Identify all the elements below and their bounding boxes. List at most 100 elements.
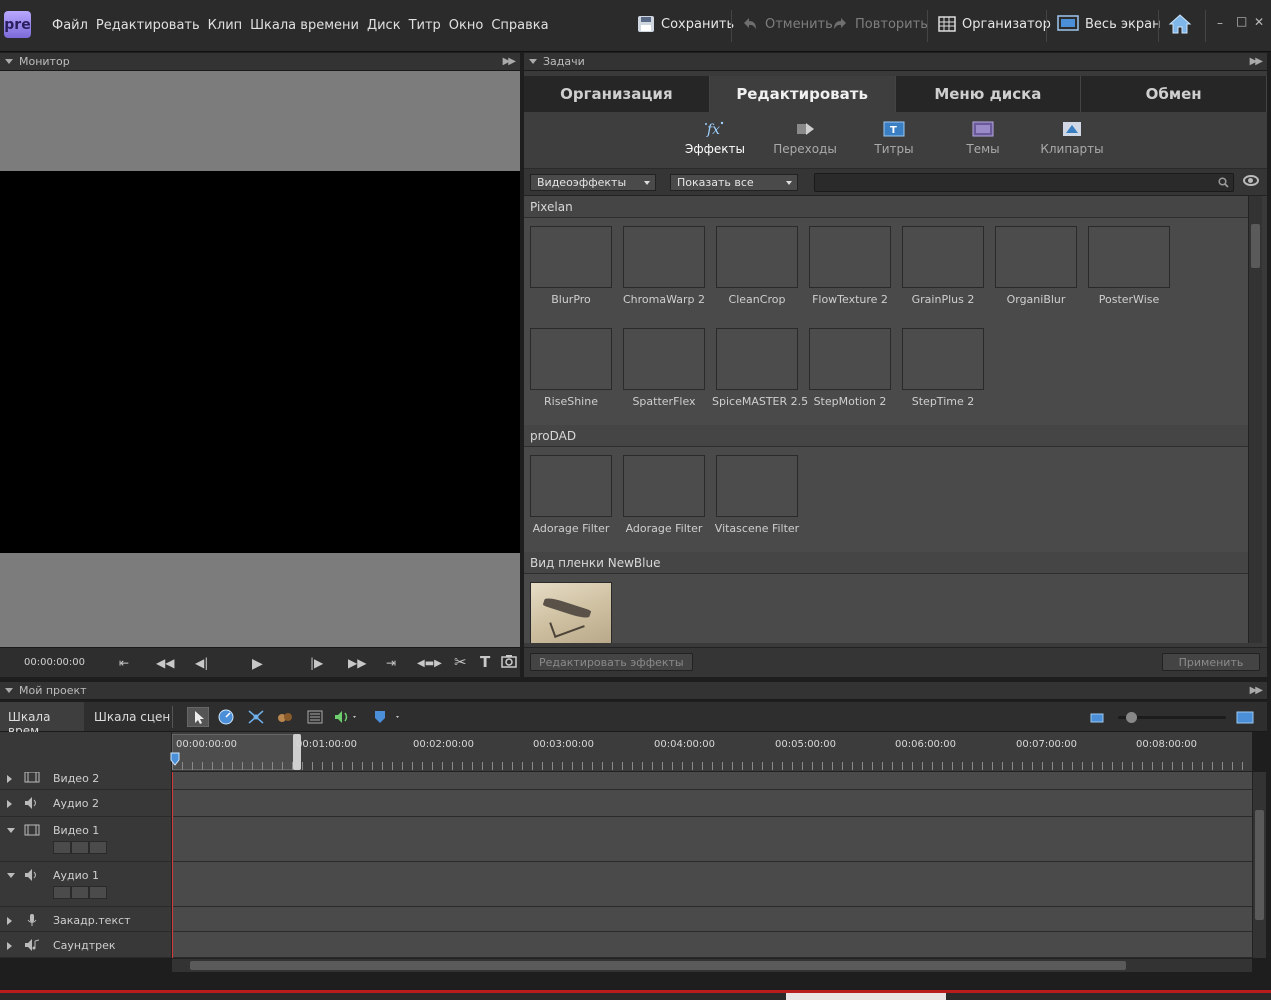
text-tool-icon[interactable]: T bbox=[480, 653, 490, 671]
track-header-audio-2[interactable]: Аудио 2 bbox=[0, 790, 172, 817]
track-header-video-2[interactable]: Видео 2 bbox=[0, 772, 172, 790]
time-ruler[interactable]: 00:00:00:00 00:01:00:00 00:02:00:00 00:0… bbox=[170, 732, 1252, 772]
panel-menu-icon[interactable]: ▶▶ bbox=[1250, 685, 1263, 696]
smart-trim-icon[interactable] bbox=[247, 709, 265, 725]
close-button[interactable]: ✕ bbox=[1254, 15, 1264, 29]
next-keyframe-button[interactable] bbox=[89, 841, 107, 854]
shuttle-icon[interactable]: ◀▬▶ bbox=[417, 658, 442, 669]
timeline-vertical-scrollbar[interactable] bbox=[1252, 772, 1266, 958]
prev-keyframe-button[interactable] bbox=[53, 841, 71, 854]
collapse-icon[interactable] bbox=[5, 688, 13, 693]
effect-type-dropdown[interactable]: Видеоэффекты bbox=[530, 174, 656, 191]
track-lane-audio-1[interactable] bbox=[172, 862, 1252, 907]
save-button[interactable]: Сохранить bbox=[637, 15, 734, 33]
expand-icon[interactable] bbox=[7, 917, 12, 925]
undo-button[interactable]: Отменить bbox=[741, 15, 833, 33]
effect-item[interactable]: FlowTexture 2 bbox=[805, 226, 895, 306]
effect-item[interactable]: Adorage Filter bbox=[526, 455, 616, 535]
go-to-end-icon[interactable]: ▶▶ bbox=[348, 656, 366, 670]
markers-list-icon[interactable] bbox=[306, 709, 324, 725]
menu-file[interactable]: Файл bbox=[48, 18, 92, 33]
go-to-start-icon[interactable]: ◀◀ bbox=[156, 656, 174, 670]
collapse-icon[interactable] bbox=[7, 828, 15, 833]
selection-tool-icon[interactable] bbox=[187, 707, 209, 727]
track-lane-video-2[interactable] bbox=[172, 772, 1252, 790]
timeline-horizontal-scrollbar[interactable] bbox=[172, 958, 1252, 972]
tab-disc-menu[interactable]: Меню диска bbox=[895, 76, 1082, 112]
effects-search-input[interactable] bbox=[814, 173, 1234, 192]
organizer-button[interactable]: Организатор bbox=[938, 15, 1051, 33]
play-icon[interactable]: ▶ bbox=[252, 656, 263, 672]
collapse-icon[interactable] bbox=[529, 59, 537, 64]
effect-item[interactable]: SpiceMASTER 2.5 bbox=[712, 328, 808, 408]
eye-icon[interactable] bbox=[1243, 175, 1259, 186]
apply-button[interactable]: Применить bbox=[1162, 653, 1260, 671]
subtab-titles[interactable]: T Титры bbox=[849, 120, 939, 156]
collapse-icon[interactable] bbox=[7, 873, 15, 878]
menu-edit[interactable]: Редактировать bbox=[92, 18, 204, 33]
zoom-in-icon[interactable] bbox=[1236, 709, 1254, 725]
tab-sceneline[interactable]: Шкала сцен bbox=[86, 702, 178, 731]
effect-item[interactable]: RiseShine bbox=[526, 328, 616, 408]
show-filter-dropdown[interactable]: Показать все bbox=[670, 174, 798, 191]
tab-organize[interactable]: Организация bbox=[524, 76, 710, 112]
subtab-themes[interactable]: Темы bbox=[938, 120, 1028, 156]
step-back-icon[interactable]: ◀| bbox=[195, 656, 208, 670]
effect-item[interactable]: StepMotion 2 bbox=[805, 328, 895, 408]
track-lane-soundtrack[interactable] bbox=[172, 932, 1252, 958]
prev-keyframe-button[interactable] bbox=[53, 886, 71, 899]
tab-edit[interactable]: Редактировать bbox=[709, 76, 896, 112]
track-header-narration[interactable]: Закадр.текст bbox=[0, 907, 172, 932]
redo-button[interactable]: Повторить bbox=[831, 15, 928, 33]
app-logo[interactable]: pre bbox=[4, 11, 31, 38]
track-lane-video-1[interactable] bbox=[172, 817, 1252, 862]
track-header-audio-1[interactable]: Аудио 1 bbox=[0, 862, 172, 907]
scrollbar-thumb[interactable] bbox=[1255, 810, 1264, 920]
subtab-transitions[interactable]: Переходы bbox=[760, 120, 850, 156]
menu-clip[interactable]: Клип bbox=[204, 18, 247, 33]
panel-menu-icon[interactable]: ▶▶ bbox=[503, 56, 516, 67]
expand-icon[interactable] bbox=[7, 775, 12, 783]
add-keyframe-button[interactable] bbox=[71, 841, 89, 854]
playhead-handle-icon[interactable] bbox=[170, 752, 180, 766]
camera-icon[interactable] bbox=[501, 654, 517, 671]
audio-mixer-icon[interactable] bbox=[333, 709, 359, 725]
track-lane-narration[interactable] bbox=[172, 907, 1252, 932]
taskbar-item[interactable] bbox=[786, 993, 946, 1000]
marker-icon[interactable] bbox=[372, 709, 404, 725]
effect-item[interactable]: SpatterFlex bbox=[619, 328, 709, 408]
effect-item[interactable]: CleanCrop bbox=[712, 226, 802, 306]
menu-help[interactable]: Справка bbox=[487, 18, 552, 33]
track-header-soundtrack[interactable]: Саундтрек bbox=[0, 932, 172, 958]
expand-icon[interactable] bbox=[7, 942, 12, 950]
add-keyframe-button[interactable] bbox=[71, 886, 89, 899]
expand-icon[interactable] bbox=[7, 800, 12, 808]
minimize-button[interactable]: – bbox=[1217, 16, 1223, 30]
zoom-out-icon[interactable] bbox=[1090, 709, 1104, 725]
effects-scrollbar[interactable] bbox=[1248, 196, 1262, 643]
effect-item[interactable]: Adorage Filter bbox=[619, 455, 709, 535]
next-keyframe-button[interactable] bbox=[89, 886, 107, 899]
effect-item[interactable]: GrainPlus 2 bbox=[898, 226, 988, 306]
panel-menu-icon[interactable]: ▶▶ bbox=[1250, 56, 1263, 67]
effect-item[interactable]: ChromaWarp 2 bbox=[619, 226, 709, 306]
menu-window[interactable]: Окно bbox=[445, 18, 488, 33]
effect-item[interactable] bbox=[526, 582, 616, 643]
scrollbar-thumb[interactable] bbox=[1251, 224, 1260, 268]
track-lane-audio-2[interactable] bbox=[172, 790, 1252, 817]
effect-item[interactable]: Vitascene Filter bbox=[712, 455, 802, 535]
maximize-button[interactable]: □ bbox=[1236, 14, 1247, 28]
effect-item[interactable]: BlurPro bbox=[526, 226, 616, 306]
menu-title[interactable]: Титр bbox=[405, 18, 445, 33]
effect-item[interactable]: PosterWise bbox=[1084, 226, 1174, 306]
scrollbar-thumb[interactable] bbox=[190, 961, 1126, 970]
edit-effects-button[interactable]: Редактировать эффекты bbox=[530, 653, 693, 671]
fullscreen-button[interactable]: Весь экран bbox=[1057, 15, 1161, 33]
category-header-pixelan[interactable]: Pixelan bbox=[524, 196, 1248, 218]
scissors-icon[interactable]: ✂ bbox=[454, 653, 467, 671]
effect-item[interactable]: OrganiBlur bbox=[991, 226, 1081, 306]
menu-timeline[interactable]: Шкала времени bbox=[246, 18, 363, 33]
step-forward-icon[interactable]: |▶ bbox=[310, 656, 323, 670]
time-stretch-icon[interactable] bbox=[217, 709, 235, 725]
tab-share[interactable]: Обмен bbox=[1081, 76, 1267, 112]
